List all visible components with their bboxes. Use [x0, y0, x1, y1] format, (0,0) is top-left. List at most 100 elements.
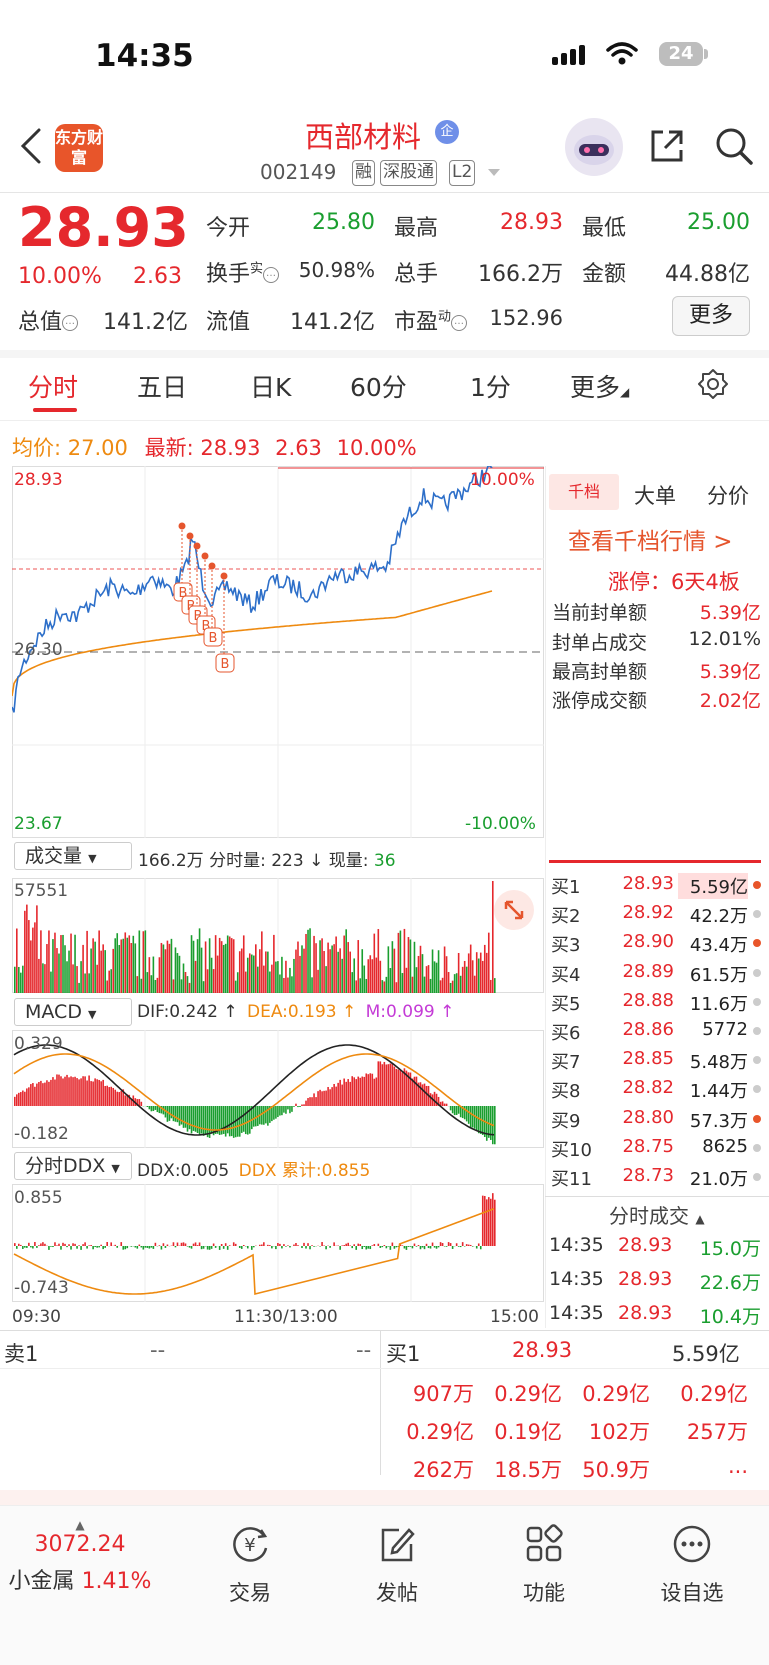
share-icon[interactable] [647, 126, 687, 166]
intraday-price-chart[interactable]: BBBBBB [12, 466, 544, 838]
ddx-bar [261, 1244, 263, 1246]
volume-bar [441, 977, 444, 993]
macd-bar [70, 1076, 72, 1106]
volume-bar [361, 949, 364, 993]
macd-bar [194, 1106, 197, 1132]
view-depth-link[interactable]: 查看千档行情 > [568, 522, 733, 556]
ddx-bar [232, 1242, 235, 1246]
info-icon[interactable]: … [263, 267, 280, 283]
tab-60min[interactable]: 60分 [350, 368, 407, 404]
ddx-bar [427, 1246, 430, 1249]
volume-bar [467, 953, 470, 993]
tab-five-day[interactable]: 五日 [137, 368, 187, 404]
amount-value: 44.88亿 [665, 262, 750, 287]
ddx-indicator-select[interactable]: 分时DDX ▼ [14, 1152, 132, 1180]
volume-bar [485, 952, 488, 993]
index-ticker[interactable]: ▲ 3072.24 小金属 1.41% [0, 1518, 160, 1595]
ddx-bar [202, 1246, 205, 1249]
order-queue-cell: ... [727, 1454, 748, 1478]
bid-level-dot [753, 939, 761, 948]
b-marker-dot [186, 532, 194, 540]
ddx-bar [32, 1246, 34, 1249]
app-logo[interactable]: 东方财富 [55, 124, 103, 172]
settings-watchlist-button[interactable]: 设自选 [642, 1524, 742, 1607]
tab-daily-k[interactable]: 日K [250, 368, 291, 404]
chevron-down-icon[interactable] [487, 168, 501, 178]
volume-bar [192, 940, 195, 993]
volume-bar [411, 976, 414, 993]
macd-indicator-select[interactable]: MACD ▼ [14, 998, 132, 1026]
float-label: 流值 [206, 310, 251, 335]
ddx-bar [252, 1246, 255, 1248]
volume-indicator-select[interactable]: 成交量 ▼ [14, 842, 132, 870]
ticks-header[interactable]: 分时成交 ▲ [609, 1200, 705, 1229]
tab-intraday[interactable]: 分时 [28, 368, 78, 404]
tag-l2: L2 [449, 160, 476, 186]
robot-avatar[interactable] [565, 118, 623, 176]
volume-bar [174, 947, 177, 993]
tab-big-orders[interactable]: 大单 [634, 480, 676, 510]
ddx-bar [34, 1242, 36, 1246]
info-icon[interactable]: … [62, 315, 79, 331]
ddx-bar [92, 1246, 94, 1250]
tab-more[interactable]: 更多◢ [570, 368, 629, 404]
gear-icon[interactable] [697, 368, 729, 400]
more-button[interactable]: 更多 [672, 296, 750, 336]
macd-bar [395, 1068, 398, 1106]
bid-level-price: 28.73 [622, 1165, 674, 1186]
trade-button[interactable]: ¥ 交易 [200, 1524, 300, 1607]
battery-icon: 24 [659, 42, 703, 66]
ddx-bar [267, 1244, 269, 1246]
macd-bar [176, 1106, 179, 1123]
post-button[interactable]: 发帖 [347, 1524, 447, 1607]
buy1-label: 买1 [386, 1342, 421, 1366]
volume-bar [188, 982, 191, 993]
ddx-bar [413, 1243, 416, 1246]
avg-value: 27.00 [67, 436, 128, 460]
limit-up-streak: 涨停：6天4板 [608, 570, 740, 594]
tick-volume: 15.0万 [699, 1238, 761, 1260]
volume-bar [102, 944, 104, 993]
volume-bar [483, 944, 486, 993]
expand-icon[interactable] [494, 890, 534, 930]
macd-bar [391, 1062, 394, 1106]
tab-active-indicator [33, 408, 77, 412]
ddx-bar [218, 1246, 221, 1250]
volume-bar [443, 946, 446, 993]
macd-bar [30, 1084, 32, 1106]
ddx-bar [485, 1199, 488, 1246]
volume-bar [162, 944, 165, 993]
volume-bar [413, 941, 416, 993]
volume-bars [14, 881, 496, 993]
volume-bar [118, 945, 121, 993]
volume-bar [401, 973, 404, 993]
volume-bar [112, 948, 115, 993]
macd-bar [38, 1082, 40, 1106]
volume-bar [110, 969, 113, 993]
bid-level-label: 买10 [551, 1139, 592, 1161]
ddx-bar [459, 1246, 462, 1248]
stat-value: 12.01% [688, 628, 761, 650]
bid-level-volume: 5.48万 [689, 1052, 748, 1074]
axis-bottom-price: 23.67 [14, 814, 63, 834]
volume-bar [108, 970, 110, 993]
volume-bar [90, 948, 92, 993]
back-icon[interactable] [20, 128, 42, 164]
ddx-cumulative: DDX 累计:0.855 [238, 1161, 371, 1181]
ddx-bar [393, 1246, 396, 1249]
time-axis-start: 09:30 [12, 1307, 61, 1327]
tab-qiandang[interactable]: 千档 [549, 474, 619, 510]
volume-bar [204, 941, 207, 993]
info-icon[interactable]: … [451, 315, 468, 331]
macd-bar [196, 1106, 199, 1133]
volume-bar [349, 951, 351, 993]
ddx-bar [238, 1246, 241, 1248]
tab-price-distribution[interactable]: 分价 [707, 480, 749, 510]
ddx-bar [138, 1244, 141, 1246]
volume-bar [299, 955, 301, 993]
macd-bar [150, 1106, 153, 1112]
tab-1min[interactable]: 1分 [470, 368, 511, 404]
search-icon[interactable] [714, 126, 754, 166]
volume-bar [347, 942, 349, 993]
functions-button[interactable]: 功能 [494, 1524, 594, 1607]
